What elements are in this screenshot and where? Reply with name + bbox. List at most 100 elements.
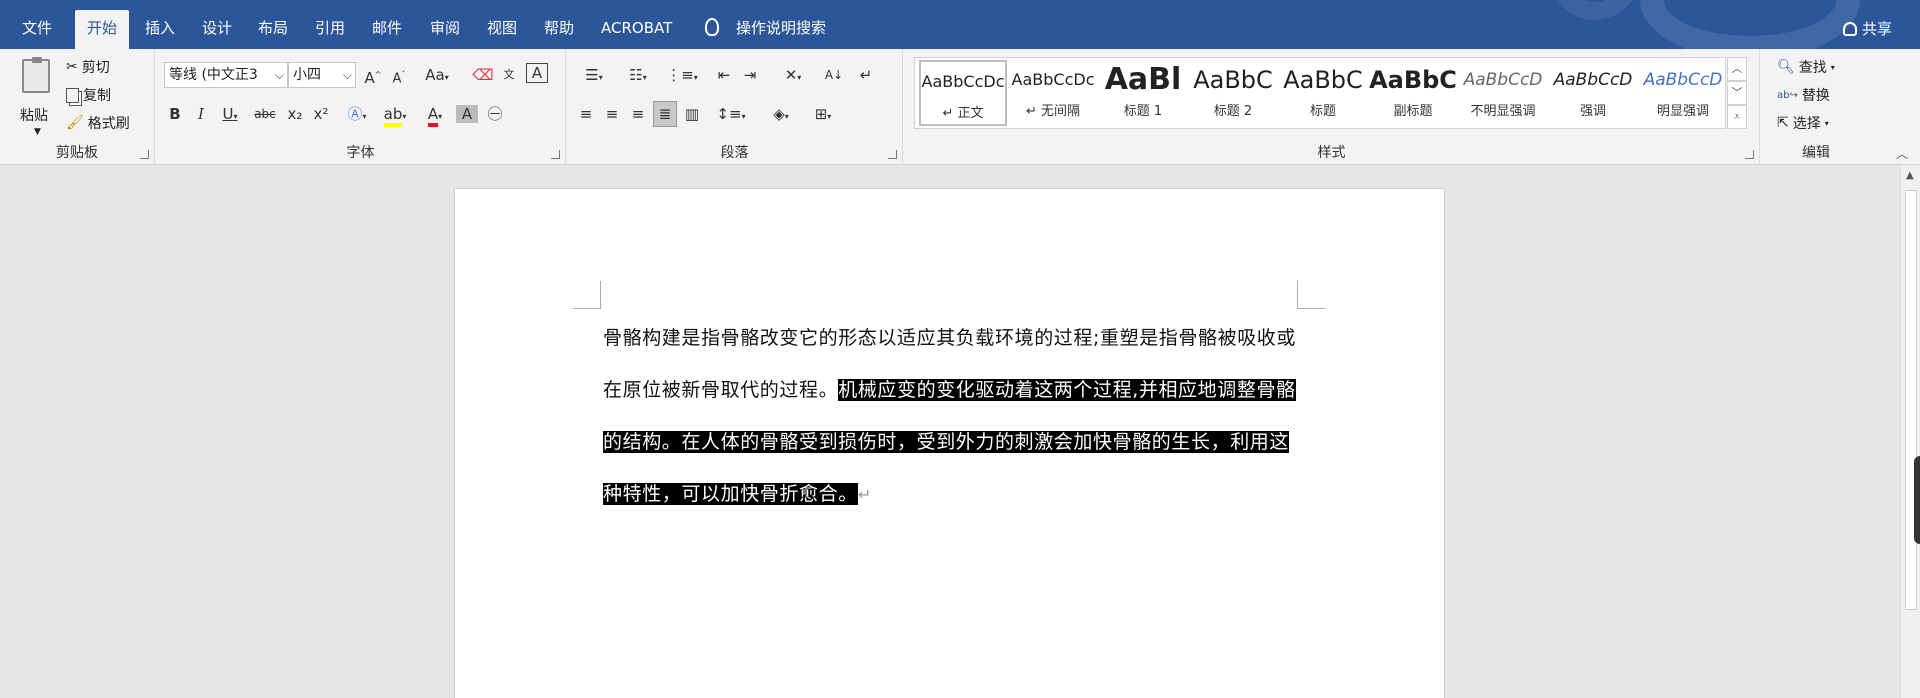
shrink-font-button[interactable]: Aˇ [388,63,410,91]
font-color-button[interactable]: A▾ [418,102,452,129]
font-group: 等线 (中文正3 ⌵ 小四 ⌵ A^ Aˇ Aa▾ ⌫ 文 A B I U▾ abc… [156,49,566,165]
tab-view[interactable]: 视图 [475,10,529,49]
enclose-characters-icon[interactable]: ㊀ [484,102,506,126]
paintbrush-icon: 🖌 [66,115,84,131]
change-case-button[interactable]: Aa▾ [420,63,454,90]
increase-indent-icon[interactable]: ⇥ [739,63,761,87]
grow-font-button[interactable]: A^ [362,63,384,90]
side-panel-handle[interactable] [1914,456,1920,544]
font-name-select[interactable]: 等线 (中文正3 ⌵ [164,62,288,88]
character-border-button[interactable]: A [526,63,548,83]
margin-corner-mark [573,281,601,309]
share-button[interactable]: 共享 [1842,18,1892,39]
style-subtitle[interactable]: AaBbC 副标题 [1369,60,1457,126]
document-body-text[interactable]: 骨骼构建是指骨骼改变它的形态以适应其负载环境的过程;重塑是指骨骼被吸收或在原位被… [603,312,1301,521]
numbering-button[interactable]: ☷▾ [619,63,657,90]
style-no-spacing[interactable]: AaBbCcDc ↵ 无间隔 [1009,60,1097,126]
styles-gallery: AaBbCcDc ↵ 正文 AaBbCcDc ↵ 无间隔 AaBl 标题 1 A… [914,57,1726,129]
tab-file[interactable]: 文件 [10,10,64,49]
lightbulb-icon [705,18,719,36]
shading-button[interactable]: ◈▾ [763,102,799,129]
borders-button[interactable]: ⊞▾ [805,102,841,129]
expand-icon: ⩡ [1733,110,1741,123]
clipboard-icon [22,59,50,93]
scroll-up-icon[interactable]: ▲ [1906,170,1914,181]
italic-button[interactable]: I [190,102,212,126]
select-button[interactable]: ⇱ 选择 ▾ [1777,111,1829,135]
chevron-down-icon: ▾ [1824,118,1829,128]
editing-group-label: 编辑 [1802,145,1830,161]
gallery-down-button[interactable]: ﹀ [1727,81,1747,105]
bullets-button[interactable]: ☰▾ [575,63,613,90]
copy-icon [66,87,79,103]
sort-icon[interactable]: A↓ [823,63,845,87]
tab-review[interactable]: 审阅 [418,10,472,49]
dialog-launcher-icon[interactable] [551,150,560,159]
replace-button[interactable]: ab↪ 替换 [1777,83,1830,107]
style-heading-1[interactable]: AaBl 标题 1 [1099,60,1187,126]
styles-group-label: 样式 [1317,145,1346,161]
tab-help[interactable]: 帮助 [532,10,586,49]
style-emphasis[interactable]: AaBbCcD 强调 [1549,60,1637,126]
cut-button[interactable]: ✂ 剪切 [66,55,110,79]
tab-mailings[interactable]: 邮件 [360,10,414,49]
style-title[interactable]: AaBbC 标题 [1279,60,1367,126]
bold-button[interactable]: B [164,102,186,126]
superscript-button[interactable]: x² [310,102,332,126]
tab-acrobat[interactable]: ACROBAT [589,10,684,49]
align-right-icon[interactable]: ≡ [627,102,649,126]
font-size-select[interactable]: 小四 ⌵ [288,62,356,88]
align-center-icon[interactable]: ≡ [601,102,623,126]
scissors-icon: ✂ [66,59,78,75]
editing-group: 🔍︎ 查找 ▾ ab↪ 替换 ⇱ 选择 ▾ 编辑 [1761,49,1871,165]
clear-formatting-icon[interactable]: ⌫ [472,63,494,87]
document-page[interactable]: 骨骼构建是指骨骼改变它的形态以适应其负载环境的过程;重塑是指骨骼被吸收或在原位被… [454,188,1445,698]
collapse-ribbon-icon[interactable]: ︿ [1896,145,1908,162]
document-area: 骨骼构建是指骨骼改变它的形态以适应其负载环境的过程;重塑是指骨骼被吸收或在原位被… [0,166,1900,698]
dialog-launcher-icon[interactable] [140,150,149,159]
paragraph-group: ☰▾ ☷▾ ⋮≡▾ ⇤ ⇥ ✕▾ A↓ ↵ ≡ ≡ ≡ ≣ ▥ ↕≡▾ ◈▾ ⊞… [567,49,903,165]
style-normal[interactable]: AaBbCcDc ↵ 正文 [919,60,1007,126]
chevron-down-icon: ⌵ [342,68,352,82]
chevron-down-icon: ▼ [34,127,41,137]
tab-design[interactable]: 设计 [190,10,244,49]
paste-button[interactable]: 粘贴 ▼ [14,57,58,147]
multilevel-list-button[interactable]: ⋮≡▾ [663,63,701,90]
tab-home[interactable]: 开始 [75,10,130,49]
phonetic-guide-icon[interactable]: 文 [498,63,520,87]
style-intense-emphasis[interactable]: AaBbCcD 明显强调 [1639,60,1727,126]
find-button[interactable]: 🔍︎ 查找 ▾ [1777,55,1835,79]
vertical-scrollbar[interactable]: ▲ [1900,166,1920,698]
decrease-indent-icon[interactable]: ⇤ [713,63,735,87]
underline-button[interactable]: U▾ [216,102,244,129]
scrollbar-thumb[interactable] [1905,190,1917,610]
gallery-more-button[interactable]: ⩡ [1727,105,1747,129]
chinese-layout-icon[interactable]: ✕▾ [775,63,811,90]
text-effects-button[interactable]: Ⓐ▾ [340,102,374,129]
tab-insert[interactable]: 插入 [133,10,187,49]
strikethrough-button[interactable]: abc [250,102,280,126]
format-painter-button[interactable]: 🖌 格式刷 [66,111,130,135]
align-left-icon[interactable]: ≡ [575,102,597,126]
tab-references[interactable]: 引用 [303,10,357,49]
highlight-color-button[interactable]: ab▾ [378,102,412,129]
tab-layout[interactable]: 布局 [246,10,300,49]
copy-button[interactable]: 复制 [66,83,111,107]
dialog-launcher-icon[interactable] [888,150,897,159]
paragraph-mark: ↵ [857,485,872,504]
search-icon: 🔍︎ [1777,59,1795,75]
show-marks-icon[interactable]: ↵ [855,63,877,87]
highlighter-icon: ab [383,105,403,127]
justify-icon[interactable]: ≣ [653,101,677,127]
gallery-up-button[interactable]: ︿ [1727,57,1747,81]
line-spacing-button[interactable]: ↕≡▾ [713,102,749,129]
distributed-icon[interactable]: ▥ [681,102,703,126]
style-subtle-emphasis[interactable]: AaBbCcD 不明显强调 [1459,60,1547,126]
dialog-launcher-icon[interactable] [1745,150,1754,159]
tell-me-search[interactable]: 操作说明搜索 [724,10,838,49]
character-shading-button[interactable]: A [456,105,478,123]
style-heading-2[interactable]: AaBbC 标题 2 [1189,60,1277,126]
subscript-button[interactable]: x₂ [284,102,306,126]
paragraph-group-label: 段落 [720,145,749,161]
font-color-icon: A [427,105,439,127]
